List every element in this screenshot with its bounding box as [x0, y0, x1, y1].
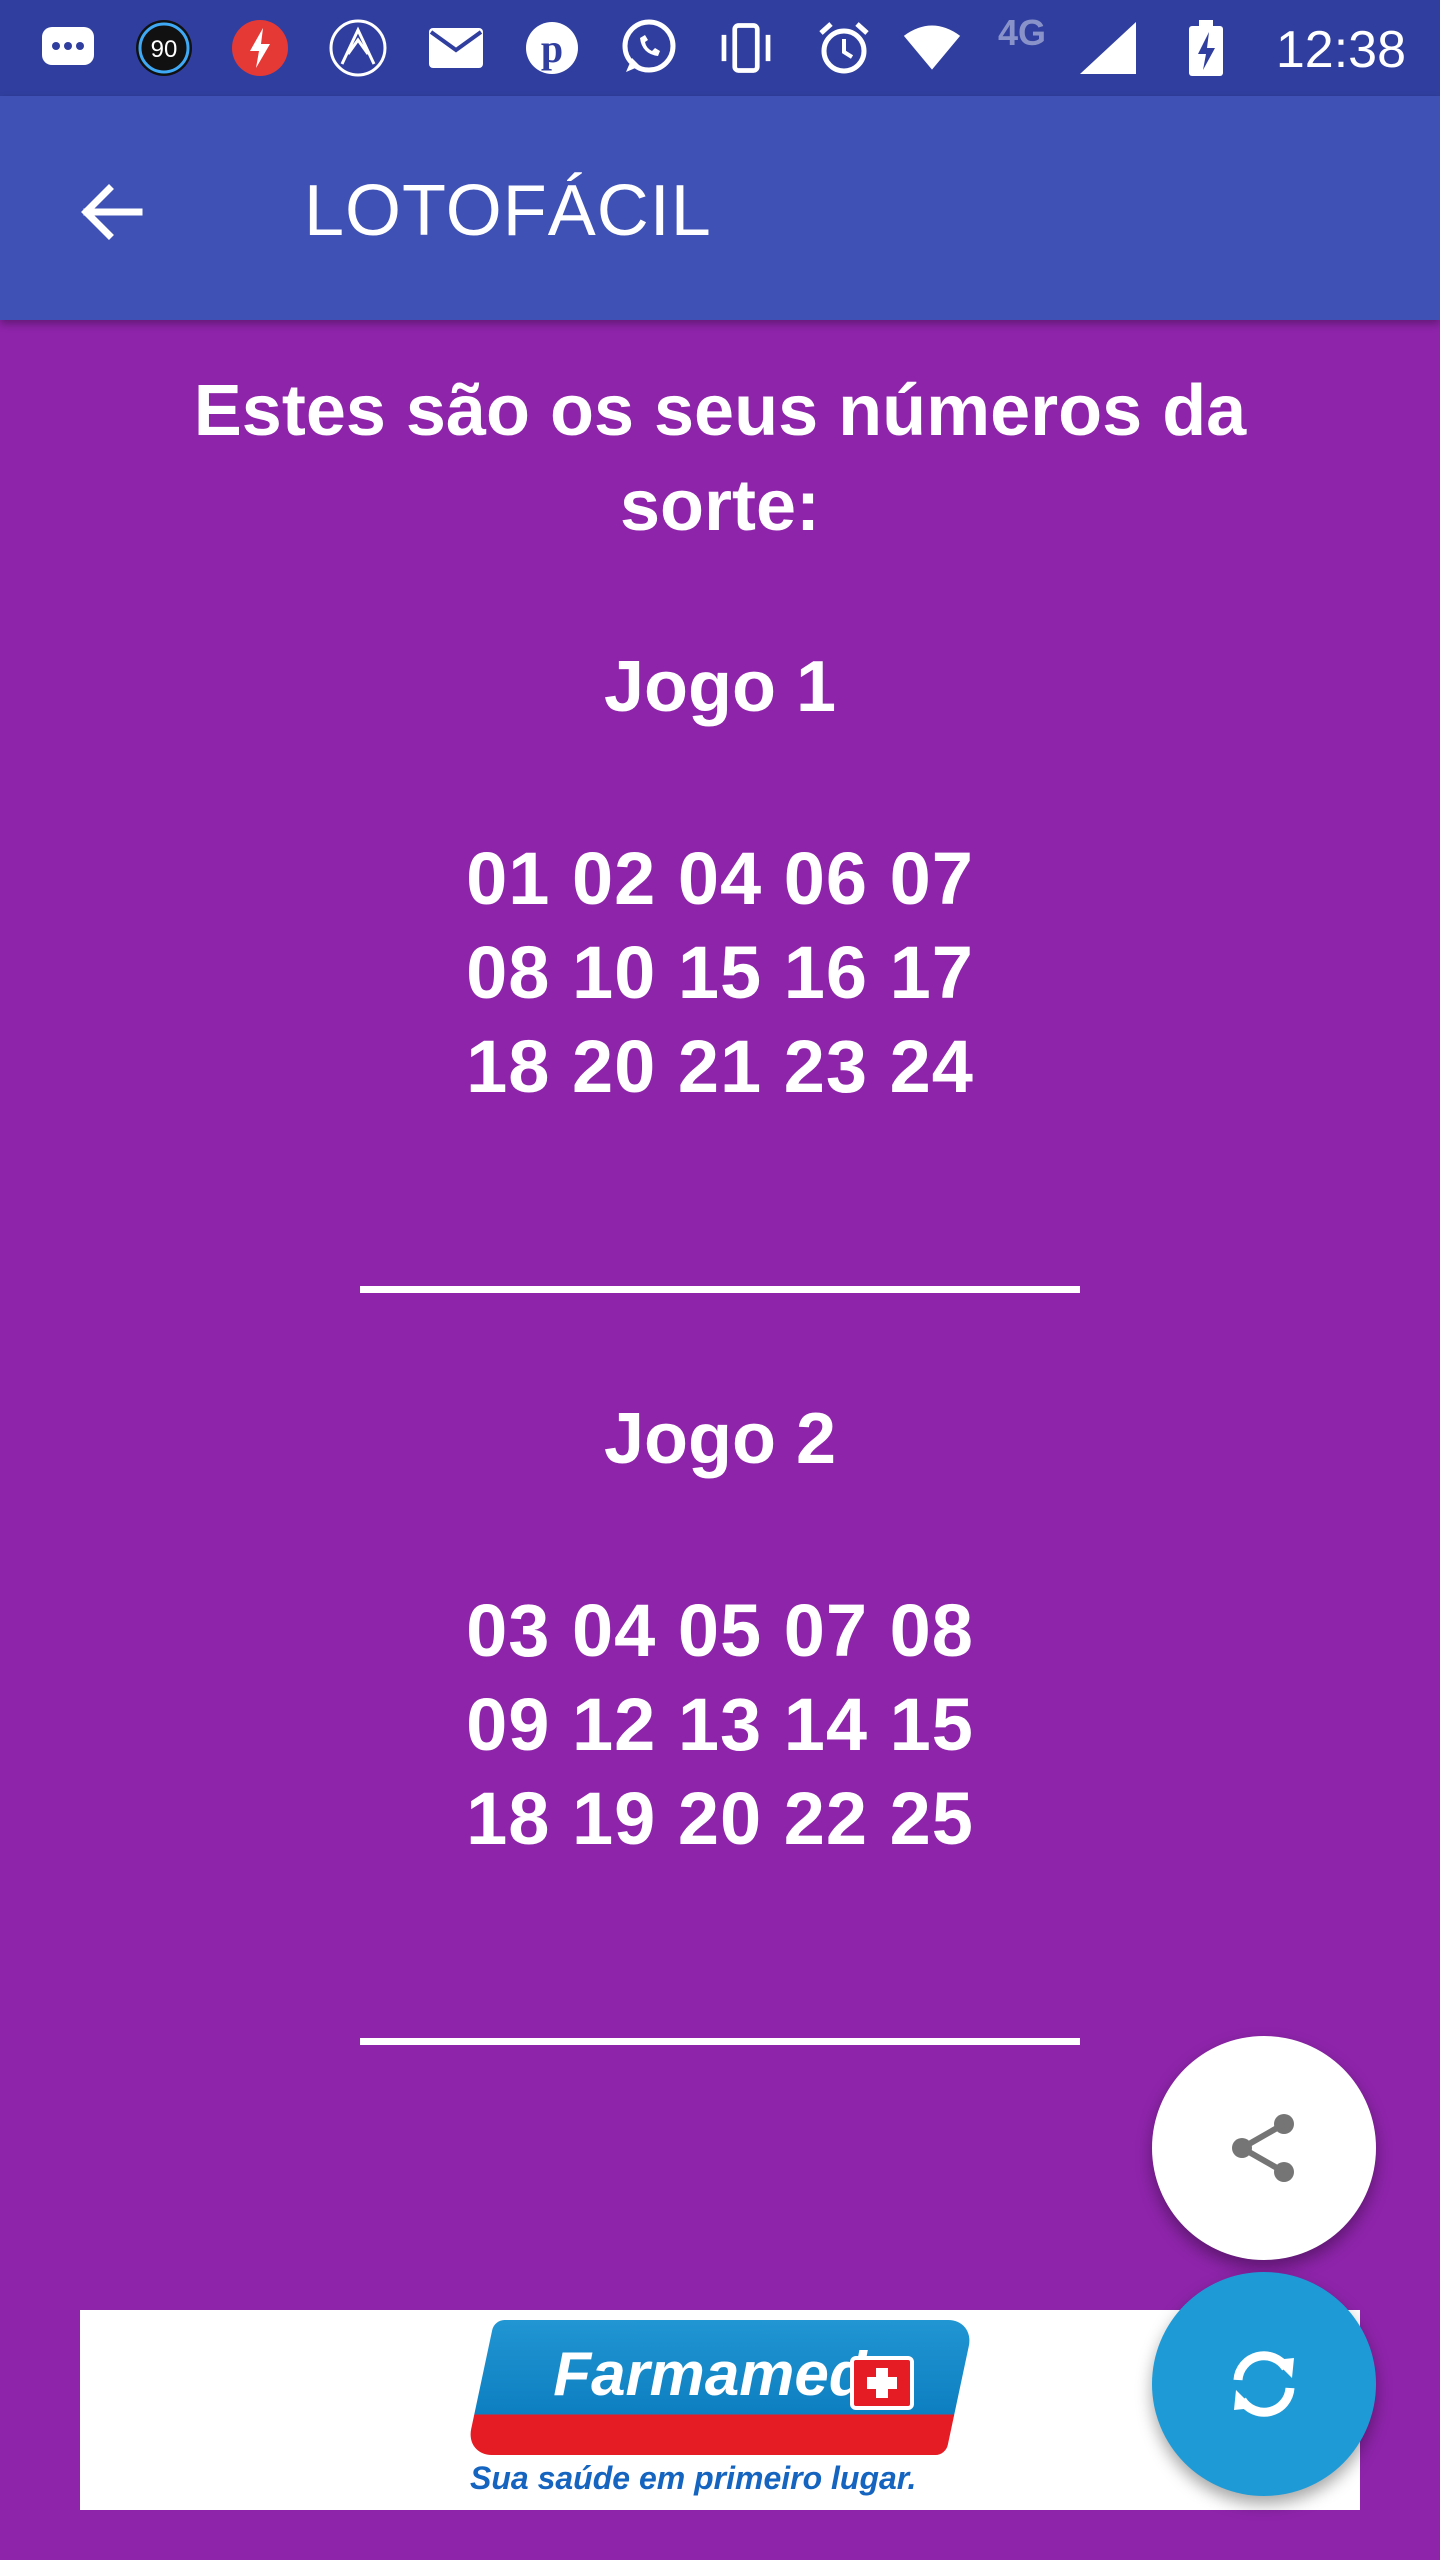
- back-button[interactable]: [60, 160, 164, 264]
- badge-90-icon: 90: [134, 18, 194, 78]
- refresh-icon: [1233, 2351, 1295, 2417]
- signal-icon: [1078, 18, 1138, 78]
- game-title: Jogo 1: [603, 647, 837, 727]
- intro-line: Estes são os seus números da: [193, 371, 1247, 451]
- svg-text:p: p: [541, 26, 563, 71]
- clock: 12:38: [1275, 21, 1406, 79]
- game-numbers: 01 02 04 06 07 08 10 15 16 17 18 20 21 2…: [0, 832, 1440, 1114]
- number-row: 09 12 13 14 15: [466, 1683, 974, 1766]
- number-row: 18 19 20 22 25: [466, 1777, 974, 1860]
- game-numbers: 03 04 05 07 08 09 12 13 14 15 18 19 20 2…: [0, 1584, 1440, 1866]
- game-title: Jogo 2: [603, 1399, 837, 1479]
- network-type-label: 4G: [998, 12, 1047, 53]
- wifi-icon: [902, 18, 962, 78]
- number-row: 08 10 15 16 17: [466, 931, 974, 1014]
- battery-charging-icon: [1176, 18, 1236, 78]
- vibrate-icon: [716, 18, 776, 78]
- svg-text:90: 90: [151, 36, 178, 63]
- alarm-icon: [814, 18, 874, 78]
- cross-icon: [850, 2356, 914, 2410]
- number-row: 01 02 04 06 07: [466, 837, 974, 920]
- share-button[interactable]: [1152, 2036, 1376, 2260]
- status-bar: 90 p 4G 12:38: [0, 0, 1440, 96]
- divider: [360, 1286, 1080, 1293]
- intro-text: Estes são os seus números da sorte:: [120, 364, 1320, 554]
- ad-tagline: Sua saúde em primeiro lugar.: [470, 2460, 917, 2496]
- divider: [360, 2038, 1080, 2045]
- page-title: LOTOFÁCIL: [304, 171, 712, 251]
- refresh-button[interactable]: [1152, 2272, 1376, 2496]
- app-bar: LOTOFÁCIL: [0, 96, 1440, 320]
- pinterest-icon: p: [522, 18, 582, 78]
- mail-icon: [426, 18, 486, 78]
- arrow-back-icon: [81, 184, 143, 240]
- flash-app-icon: [230, 18, 290, 78]
- whatsapp-icon: [618, 18, 678, 78]
- number-row: 18 20 21 23 24: [466, 1025, 974, 1108]
- chat-icon: [38, 18, 98, 78]
- intro-line: sorte:: [619, 466, 821, 546]
- lottery-results: Estes são os seus números da sorte: Jogo…: [0, 320, 1440, 2320]
- number-row: 03 04 05 07 08: [466, 1589, 974, 1672]
- arrow-app-icon: [328, 18, 388, 78]
- share-icon: [1232, 2114, 1294, 2182]
